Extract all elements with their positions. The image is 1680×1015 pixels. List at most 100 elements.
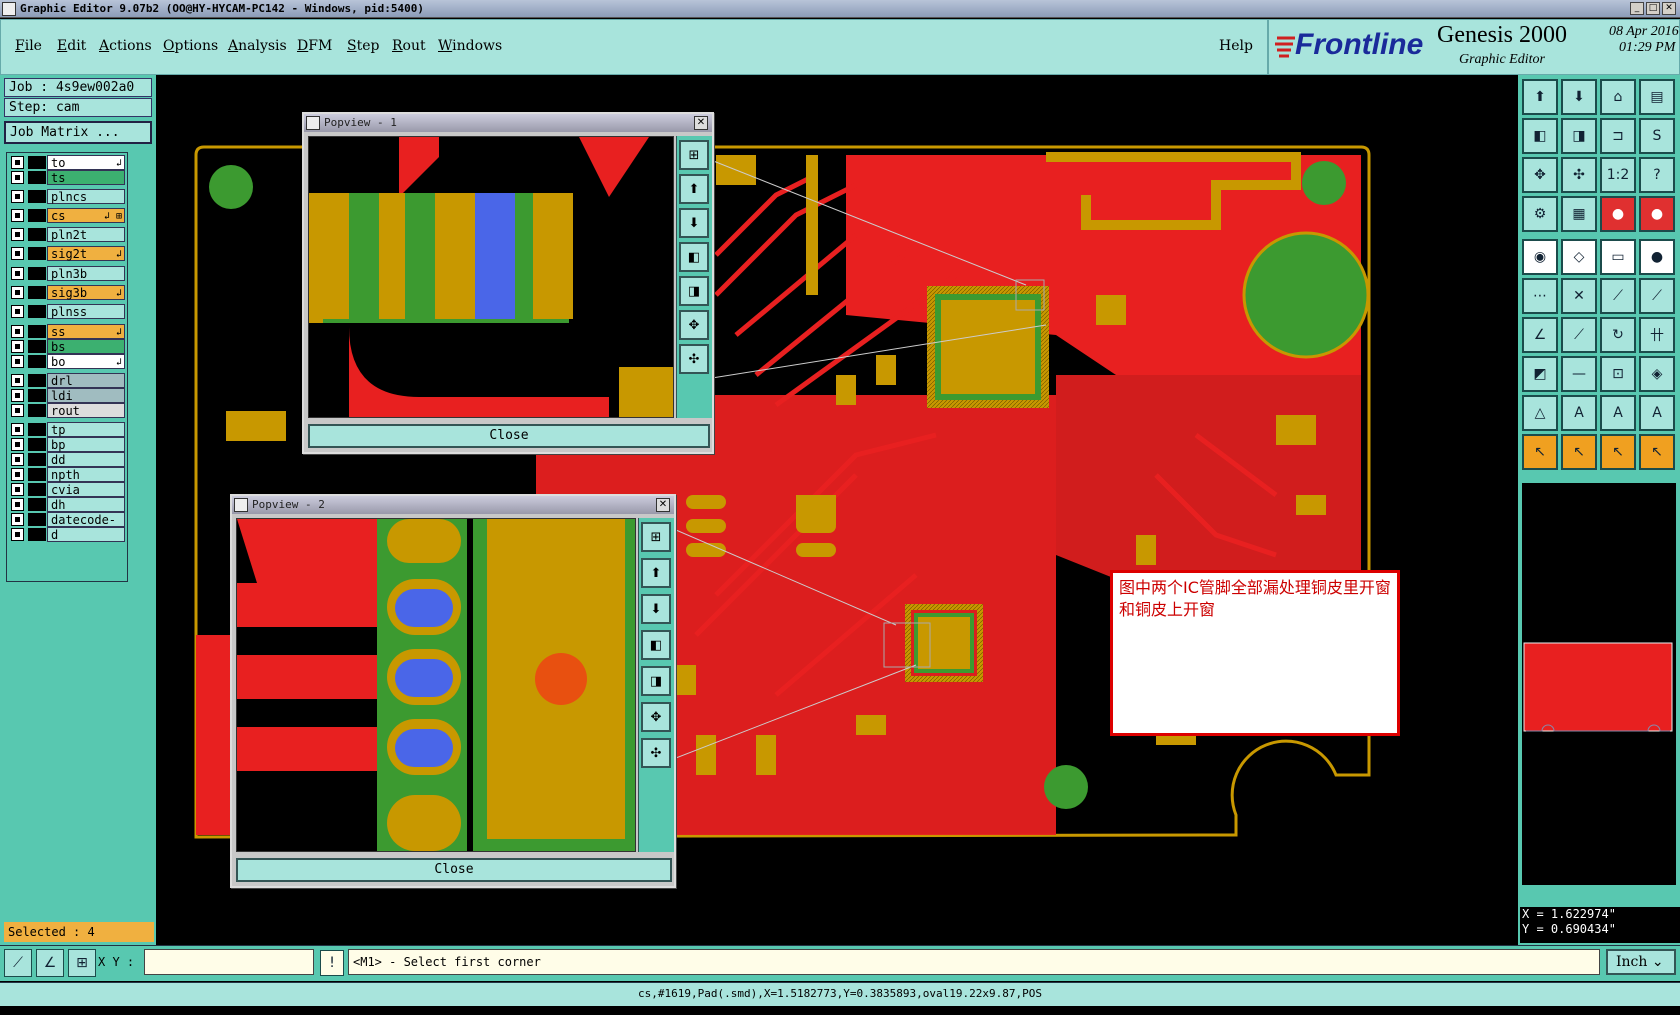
layer-name[interactable]: bp [47,437,125,452]
layer-name[interactable]: datecode-to [47,512,125,542]
tool-button-icon[interactable]: A [1639,395,1675,431]
layer-name[interactable]: dd [47,452,125,467]
layer-checkbox[interactable] [11,355,24,368]
layer-name[interactable]: tp [47,422,125,437]
tool-button-icon[interactable]: ◉ [1522,239,1558,275]
tool-button-icon[interactable]: A [1561,395,1597,431]
layer-row[interactable]: ss ↲ [9,324,125,339]
close-window-button[interactable]: ✕ [1662,2,1676,15]
layer-checkbox[interactable] [11,513,24,526]
grid-icon[interactable]: ⊞ [68,949,96,977]
layer-color-swatch[interactable] [28,404,46,417]
tool-button-icon[interactable]: ↖ [1522,434,1558,470]
layer-color-swatch[interactable] [28,528,46,541]
layer-color-swatch[interactable] [28,389,46,402]
layer-row[interactable]: pln2t [9,227,125,242]
layer-color-swatch[interactable] [28,286,46,299]
tool-button-icon[interactable]: ● [1639,239,1675,275]
layer-row[interactable]: ts [9,170,125,185]
popview-2-close-button[interactable]: Close [236,858,672,882]
layer-checkbox[interactable] [11,171,24,184]
tool-button-icon[interactable]: ⋯ [1522,278,1558,314]
tool-button-icon[interactable]: ● [1600,196,1636,232]
layer-color-swatch[interactable] [28,247,46,260]
layer-row[interactable]: drl [9,373,125,388]
popview-pan-right-icon[interactable]: ◨ [641,666,671,696]
layer-name[interactable]: ts [47,170,125,185]
layer-name[interactable]: pln3b [47,266,125,281]
tool-button-icon[interactable]: ✣ [1561,157,1597,193]
tool-button-icon[interactable]: ◨ [1561,118,1597,154]
tool-button-icon[interactable]: ⬆ [1522,79,1558,115]
popview-2-view[interactable] [236,518,636,852]
layer-row[interactable]: rout [9,403,125,418]
layer-color-swatch[interactable] [28,453,46,466]
layer-checkbox[interactable] [11,404,24,417]
layer-name[interactable]: bs [47,339,125,354]
layer-checkbox[interactable] [11,453,24,466]
tool-button-icon[interactable]: ? [1639,157,1675,193]
layer-name[interactable]: bo ↲ [47,354,125,369]
layer-name[interactable]: npth [47,467,125,482]
layer-checkbox[interactable] [11,305,24,318]
tool-button-icon[interactable]: — [1561,356,1597,392]
layer-color-swatch[interactable] [28,438,46,451]
layer-name[interactable]: sig2t ↲ [47,246,125,261]
layer-row[interactable]: bp [9,437,125,452]
tool-button-icon[interactable]: ⚙ [1522,196,1558,232]
menu-rout[interactable]: Rout [392,38,426,54]
tool-button-icon[interactable]: 卄 [1639,317,1675,353]
layer-name[interactable]: cvia [47,482,125,497]
tool-button-icon[interactable]: ● [1639,196,1675,232]
popview-zoom-out-icon[interactable]: ✣ [679,344,709,374]
layer-row[interactable]: to ↲ [9,155,125,170]
layer-name[interactable]: ss ↲ [47,324,125,339]
layer-name[interactable]: to ↲ [47,155,125,170]
layer-color-swatch[interactable] [28,171,46,184]
tool-button-icon[interactable]: S [1639,118,1675,154]
layer-row[interactable]: bo ↲ [9,354,125,369]
minimize-button[interactable]: _ [1630,2,1644,15]
tool-button-icon[interactable]: ⊡ [1600,356,1636,392]
popview-1-view[interactable] [308,136,674,418]
layer-checkbox[interactable] [11,228,24,241]
layer-color-swatch[interactable] [28,156,46,169]
warning-button[interactable]: ! [320,950,344,976]
tool-button-icon[interactable]: △ [1522,395,1558,431]
tool-button-icon[interactable]: ▭ [1600,239,1636,275]
tool-button-icon[interactable]: 1:2 [1600,157,1636,193]
xy-input[interactable] [144,949,314,975]
layer-color-swatch[interactable] [28,209,46,222]
overview-minimap[interactable] [1522,483,1676,885]
popview-2-title[interactable]: Popview - 2 [232,496,674,514]
popview-pan-up-icon[interactable]: ⬆ [641,558,671,588]
tool-button-icon[interactable]: ∠ [1522,317,1558,353]
layer-name[interactable]: sig3b ↲ [47,285,125,300]
layer-row[interactable]: cvia [9,482,125,497]
menu-step[interactable]: Step [347,38,379,54]
layer-name[interactable]: plnss [47,304,125,319]
tool-button-icon[interactable]: ↖ [1600,434,1636,470]
layer-color-swatch[interactable] [28,340,46,353]
layer-name[interactable]: dh [47,497,125,512]
layer-color-swatch[interactable] [28,355,46,368]
layer-color-swatch[interactable] [28,513,46,526]
popview-zoom-in-icon[interactable]: ✥ [679,310,709,340]
layer-row[interactable]: plncs [9,189,125,204]
tool-button-icon[interactable]: ⟋ [1561,317,1597,353]
popview-pan-up-icon[interactable]: ⬆ [679,174,709,204]
layer-checkbox[interactable] [11,389,24,402]
layer-row[interactable]: sig2t ↲ [9,246,125,261]
layer-row[interactable]: datecode-to [9,512,125,542]
tool-button-icon[interactable]: ⌂ [1600,79,1636,115]
layer-name[interactable]: rout [47,403,125,418]
layer-row[interactable]: dh [9,497,125,512]
layer-checkbox[interactable] [11,325,24,338]
layer-name[interactable]: cs ↲ ⊞ [47,208,125,223]
tool-button-icon[interactable]: ✥ [1522,157,1558,193]
layer-row[interactable]: tp [9,422,125,437]
layer-color-swatch[interactable] [28,305,46,318]
menu-actions[interactable]: Actions [99,38,152,54]
popview-1-close-icon[interactable]: ✕ [694,116,708,130]
layer-checkbox[interactable] [11,528,24,541]
